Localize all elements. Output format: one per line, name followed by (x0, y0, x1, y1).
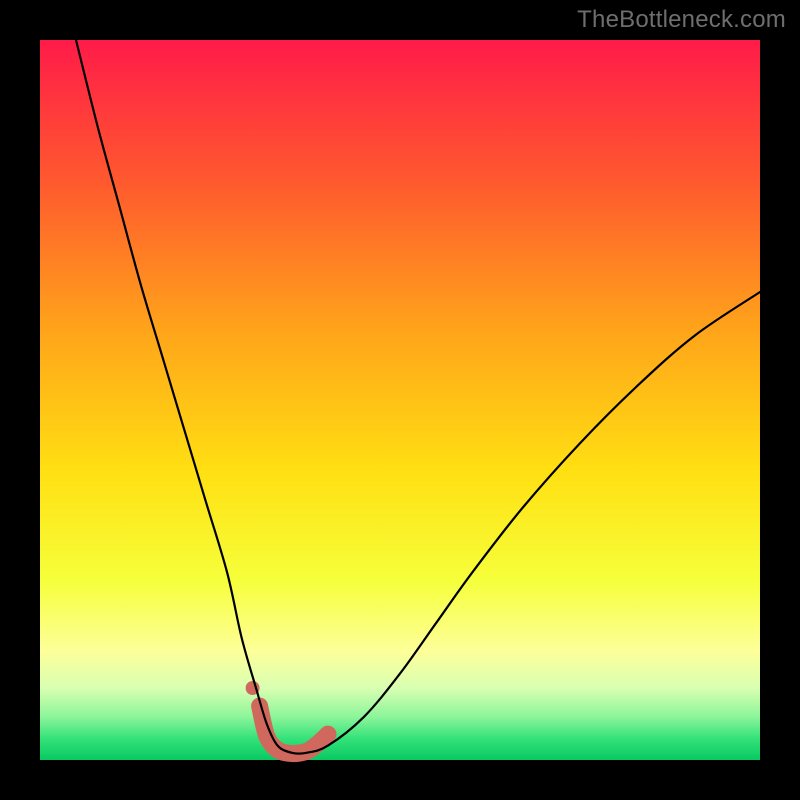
chart-frame: TheBottleneck.com (0, 0, 800, 800)
bottleneck-curve (76, 40, 760, 754)
watermark-text: TheBottleneck.com (577, 6, 786, 34)
chart-svg (40, 40, 760, 760)
